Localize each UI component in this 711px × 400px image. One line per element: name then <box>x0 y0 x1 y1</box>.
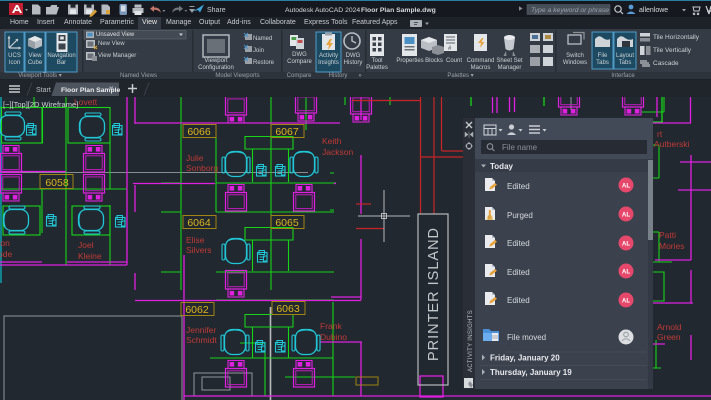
svg-text:Schmidt: Schmidt <box>186 335 217 345</box>
svg-text:Share: Share <box>207 7 226 14</box>
svg-text:Sonborg: Sonborg <box>186 163 218 173</box>
svg-text:ton: ton <box>0 238 10 248</box>
svg-text:File moved: File moved <box>507 333 546 342</box>
svg-text:Frank: Frank <box>320 321 342 331</box>
svg-text:ode: ode <box>0 249 12 259</box>
svg-text:Dubino: Dubino <box>320 332 347 342</box>
svg-text:6067: 6067 <box>275 126 299 138</box>
svg-text:Edited: Edited <box>507 182 530 191</box>
svg-text:AL: AL <box>622 183 630 190</box>
svg-text:Jennifer: Jennifer <box>186 325 216 335</box>
svg-text:Elise: Elise <box>186 235 205 245</box>
svg-text:[−][Top][2D Wireframe]: [−][Top][2D Wireframe] <box>3 100 78 109</box>
svg-text:AL: AL <box>622 212 630 219</box>
svg-text:Jackson: Jackson <box>322 147 353 157</box>
svg-text:Edited: Edited <box>507 239 530 248</box>
svg-text:Kleine: Kleine <box>78 251 102 261</box>
svg-text:rt: rt <box>657 129 663 139</box>
svg-text:Green: Green <box>657 332 681 342</box>
svg-text:AL: AL <box>622 241 630 248</box>
svg-text:6065: 6065 <box>275 217 299 229</box>
svg-text:6064: 6064 <box>187 217 211 229</box>
svg-text:Thursday, January 19: Thursday, January 19 <box>490 368 572 377</box>
svg-text:Cascade: Cascade <box>653 60 679 67</box>
svg-text:Tile Horizontally: Tile Horizontally <box>653 34 700 41</box>
svg-text:Julie: Julie <box>186 153 204 163</box>
svg-text:AL: AL <box>622 269 630 276</box>
svg-text:Tile Vertically: Tile Vertically <box>653 47 692 54</box>
svg-text:Keith: Keith <box>322 136 342 146</box>
svg-text:Start: Start <box>36 87 51 94</box>
svg-text:File name: File name <box>502 143 538 152</box>
svg-text:ACTIVITY INSIGHTS: ACTIVITY INSIGHTS <box>468 310 474 372</box>
svg-text:Friday, January 20: Friday, January 20 <box>490 354 560 363</box>
svg-text:Purged: Purged <box>507 211 533 220</box>
svg-text:Type a keyword or phrase: Type a keyword or phrase <box>531 7 609 14</box>
svg-text:Patti: Patti <box>659 230 676 240</box>
svg-text:AL: AL <box>622 298 630 305</box>
svg-text:6058: 6058 <box>45 177 69 189</box>
svg-text:6066: 6066 <box>187 126 211 138</box>
svg-text:6063: 6063 <box>276 303 300 315</box>
svg-text:Autodesk AutoCAD 2024: Autodesk AutoCAD 2024 <box>285 7 360 14</box>
svg-text:Edited: Edited <box>507 268 530 277</box>
svg-text:Autberski: Autberski <box>654 139 690 149</box>
svg-text:PRINTER ISLAND: PRINTER ISLAND <box>426 227 442 361</box>
svg-text:allenlowe: allenlowe <box>639 7 668 14</box>
svg-text:Arnold: Arnold <box>657 322 682 332</box>
svg-text:Joel: Joel <box>78 240 94 250</box>
svg-text:Floor Plan Sample.dwg: Floor Plan Sample.dwg <box>361 7 436 14</box>
svg-text:Edited: Edited <box>507 296 530 305</box>
svg-text:6062: 6062 <box>185 304 209 316</box>
svg-text:Silvers: Silvers <box>186 245 212 255</box>
svg-text:Today: Today <box>490 162 514 171</box>
svg-text:Mories: Mories <box>659 241 685 251</box>
